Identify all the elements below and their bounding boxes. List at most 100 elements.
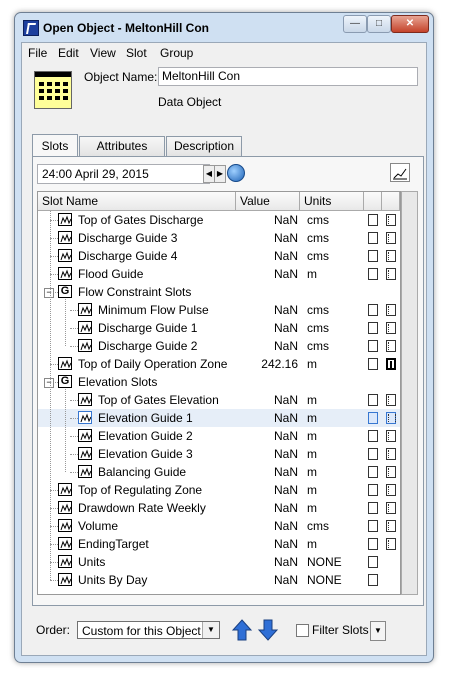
- slot-flag-icon[interactable]: [368, 466, 378, 478]
- timestep-field[interactable]: 24:00 April 29, 2015: [37, 164, 210, 184]
- slot-value[interactable]: NaN: [236, 231, 298, 245]
- slot-value[interactable]: NaN: [236, 573, 298, 587]
- menu-view[interactable]: View: [90, 46, 116, 60]
- group-row[interactable]: − G Flow Constraint Slots: [38, 283, 400, 301]
- slot-flag-x-icon[interactable]: [386, 250, 396, 262]
- table-row[interactable]: EndingTarget NaN m: [38, 535, 400, 553]
- table-row[interactable]: Drawdown Rate Weekly NaN m: [38, 499, 400, 517]
- slot-flag-icon[interactable]: [368, 358, 378, 370]
- filter-slots-checkbox[interactable]: [296, 624, 309, 637]
- slot-value[interactable]: NaN: [236, 249, 298, 263]
- slot-value[interactable]: NaN: [236, 303, 298, 317]
- table-row[interactable]: Elevation Guide 2 NaN m: [38, 427, 400, 445]
- table-row[interactable]: Units NaN NONE: [38, 553, 400, 571]
- slot-flag-icon[interactable]: [368, 268, 378, 280]
- slot-flag-x-icon[interactable]: [386, 412, 396, 424]
- slot-flag-x-icon[interactable]: [386, 322, 396, 334]
- slot-flag-icon[interactable]: [368, 250, 378, 262]
- column-value[interactable]: Value: [236, 192, 300, 210]
- slot-flag-icon[interactable]: [368, 538, 378, 550]
- slot-value[interactable]: NaN: [236, 429, 298, 443]
- slot-value[interactable]: NaN: [236, 411, 298, 425]
- table-row[interactable]: Elevation Guide 3 NaN m: [38, 445, 400, 463]
- table-row[interactable]: Discharge Guide 4 NaN cms: [38, 247, 400, 265]
- table-scrollbar[interactable]: [401, 191, 418, 595]
- slot-flag-x-icon[interactable]: [386, 394, 396, 406]
- tab-description[interactable]: Description: [166, 136, 242, 156]
- maximize-button[interactable]: □: [367, 15, 391, 33]
- table-row[interactable]: Top of Regulating Zone NaN m: [38, 481, 400, 499]
- minimize-button[interactable]: —: [343, 15, 367, 33]
- slot-value[interactable]: NaN: [236, 519, 298, 533]
- tab-attributes[interactable]: Attributes: [79, 136, 165, 156]
- slot-flag-icon[interactable]: [368, 484, 378, 496]
- menu-edit[interactable]: Edit: [58, 46, 79, 60]
- group-row[interactable]: − G Elevation Slots: [38, 373, 400, 391]
- object-name-field[interactable]: MeltonHill Con: [158, 67, 418, 86]
- table-row[interactable]: Minimum Flow Pulse NaN cms: [38, 301, 400, 319]
- slot-value[interactable]: NaN: [236, 447, 298, 461]
- slot-flag-x-icon[interactable]: [386, 520, 396, 532]
- slot-value[interactable]: NaN: [236, 393, 298, 407]
- table-row[interactable]: Balancing Guide NaN m: [38, 463, 400, 481]
- table-row[interactable]: Discharge Guide 1 NaN cms: [38, 319, 400, 337]
- column-slot-name[interactable]: Slot Name: [38, 192, 236, 210]
- slot-flag-icon[interactable]: [368, 394, 378, 406]
- slot-flag-x-icon[interactable]: [386, 232, 396, 244]
- collapse-icon[interactable]: −: [44, 378, 54, 388]
- slot-flag-icon[interactable]: [368, 232, 378, 244]
- slot-flag-icon[interactable]: [368, 430, 378, 442]
- slot-value[interactable]: NaN: [236, 213, 298, 227]
- slot-flag-x-icon[interactable]: [386, 484, 396, 496]
- table-row[interactable]: Top of Gates Discharge NaN cms: [38, 211, 400, 229]
- slot-flag-icon[interactable]: [368, 502, 378, 514]
- menu-group[interactable]: Group: [160, 46, 193, 60]
- slot-value[interactable]: NaN: [236, 537, 298, 551]
- table-row[interactable]: Flood Guide NaN m: [38, 265, 400, 283]
- slot-value[interactable]: NaN: [236, 465, 298, 479]
- slot-value[interactable]: NaN: [236, 321, 298, 335]
- slot-flag-x-icon[interactable]: [386, 502, 396, 514]
- table-row[interactable]: Discharge Guide 2 NaN cms: [38, 337, 400, 355]
- slot-flag-icon[interactable]: [368, 322, 378, 334]
- globe-icon[interactable]: [227, 164, 245, 182]
- menu-slot[interactable]: Slot: [126, 46, 147, 60]
- close-button[interactable]: ✕: [391, 15, 429, 33]
- slot-flag-icon[interactable]: [368, 340, 378, 352]
- slot-flag-x-icon[interactable]: [386, 538, 396, 550]
- table-row[interactable]: Top of Daily Operation Zone 242.16 m: [38, 355, 400, 373]
- slot-flag-x-icon[interactable]: [386, 268, 396, 280]
- slot-flag-x-icon[interactable]: [386, 448, 396, 460]
- slot-value[interactable]: NaN: [236, 555, 298, 569]
- slot-flag-icon[interactable]: [368, 214, 378, 226]
- slot-value[interactable]: NaN: [236, 267, 298, 281]
- title-bar[interactable]: Open Object - MeltonHill Con — □ ✕: [15, 13, 433, 43]
- slot-value[interactable]: NaN: [236, 501, 298, 515]
- slot-flag-icon[interactable]: [368, 412, 378, 424]
- collapse-icon[interactable]: −: [44, 288, 54, 298]
- slot-value[interactable]: NaN: [236, 339, 298, 353]
- slot-flag-icon[interactable]: [368, 448, 378, 460]
- menu-file[interactable]: File: [28, 46, 47, 60]
- slot-value[interactable]: NaN: [236, 483, 298, 497]
- filter-dropdown-button[interactable]: ▼: [370, 621, 386, 641]
- timestep-next-button[interactable]: ▶: [214, 165, 226, 183]
- order-select[interactable]: Custom for this Object ▼: [77, 621, 220, 639]
- table-row[interactable]: Elevation Guide 1 NaN m: [38, 409, 400, 427]
- slot-flag-x-icon[interactable]: [386, 466, 396, 478]
- table-row[interactable]: Top of Gates Elevation NaN m: [38, 391, 400, 409]
- slot-flag-x-icon[interactable]: [386, 214, 396, 226]
- column-units[interactable]: Units: [300, 192, 364, 210]
- slot-flag-icon[interactable]: [368, 574, 378, 586]
- table-row[interactable]: Units By Day NaN NONE: [38, 571, 400, 589]
- slot-flag-icon[interactable]: [368, 520, 378, 532]
- slot-value[interactable]: 242.16: [236, 357, 298, 371]
- plot-icon[interactable]: [390, 163, 410, 182]
- table-row[interactable]: Discharge Guide 3 NaN cms: [38, 229, 400, 247]
- move-up-button[interactable]: [231, 618, 253, 642]
- slot-flag-icon[interactable]: [368, 304, 378, 316]
- move-down-button[interactable]: [257, 618, 279, 642]
- slot-flag-bold-icon[interactable]: [386, 358, 396, 370]
- slot-flag-x-icon[interactable]: [386, 304, 396, 316]
- slot-flag-x-icon[interactable]: [386, 430, 396, 442]
